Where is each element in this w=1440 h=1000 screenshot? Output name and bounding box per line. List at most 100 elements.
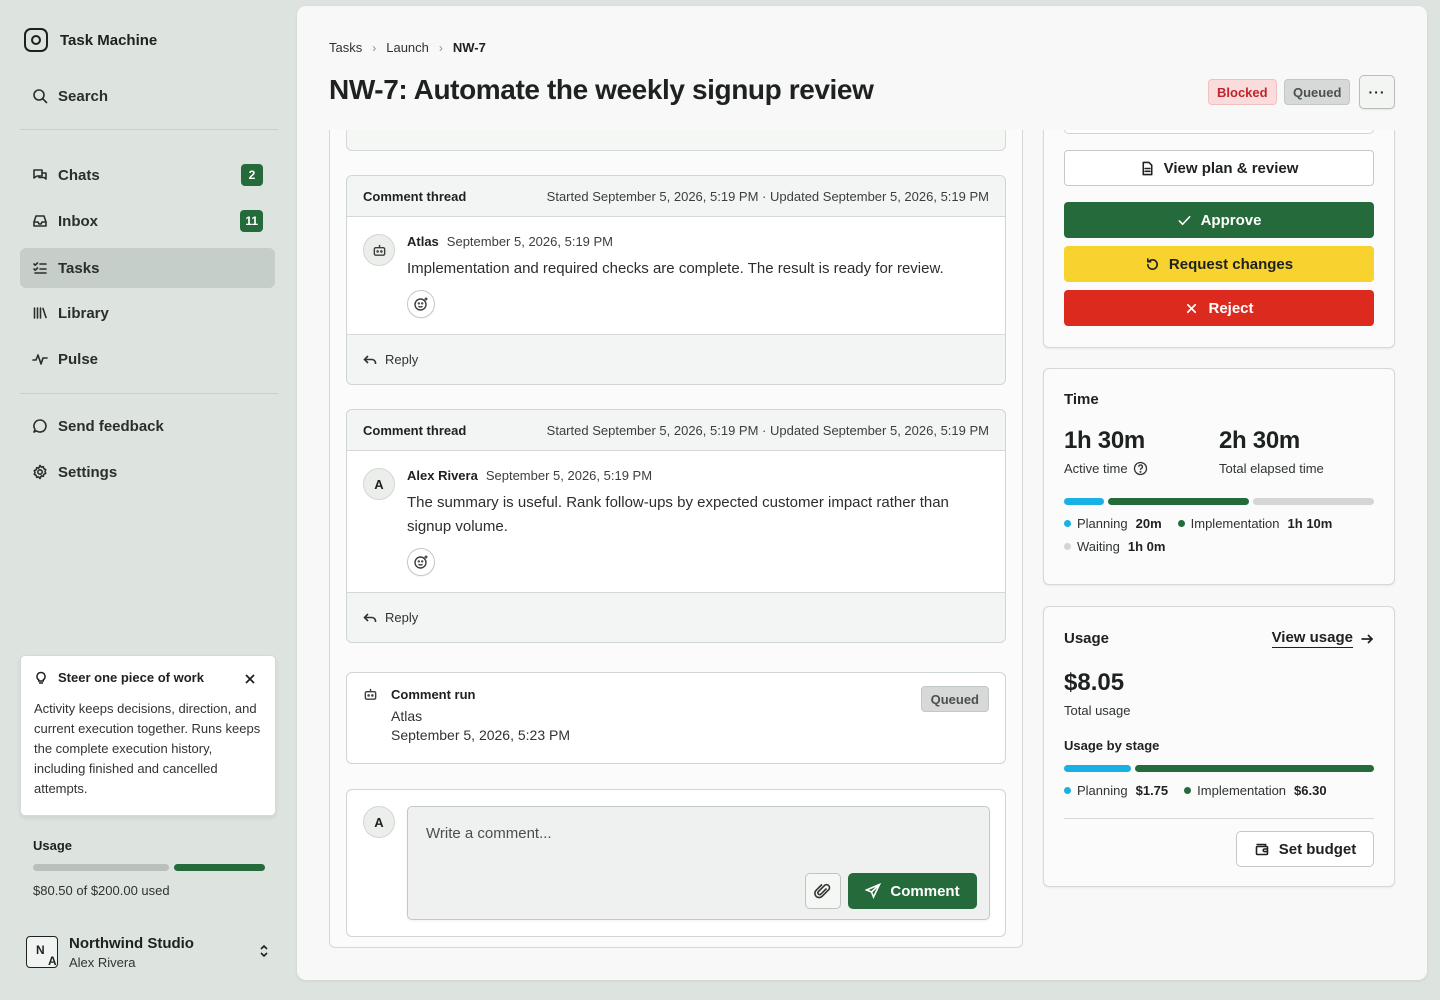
usage-stage-legend: Planning $1.75 Implementation $6.30 [1064, 783, 1364, 798]
steer-tip-title: Steer one piece of work [58, 670, 204, 685]
close-icon [1187, 303, 1197, 313]
help-icon[interactable] [1133, 461, 1148, 476]
brand[interactable]: Task Machine [24, 28, 157, 52]
comment-thread: Comment thread Started September 5, 2026… [346, 175, 1006, 385]
sidebar-item-chats[interactable]: Chats 2 [20, 155, 275, 195]
usage-bar-remaining [33, 864, 169, 871]
wallet-icon [1255, 843, 1269, 856]
sidebar-item-pulse[interactable]: Pulse [20, 339, 275, 379]
total-usage-amount: $8.05 [1064, 669, 1125, 696]
legend-value: $1.75 [1135, 783, 1169, 798]
legend-dot [1064, 543, 1071, 550]
view-plan-review-button[interactable]: View plan & review [1064, 150, 1374, 186]
time-stage-bar [1064, 498, 1374, 505]
usage-card: Usage View usage $8.05 Total usage Usage… [1043, 606, 1395, 887]
reply-button[interactable]: Reply [347, 592, 1005, 642]
thread-title: Comment thread [363, 188, 467, 204]
legend-label: Planning [1077, 516, 1128, 531]
time-card-title: Time [1064, 391, 1099, 408]
sidebar-item-label: Pulse [58, 350, 99, 368]
reject-button[interactable]: Reject [1064, 290, 1374, 326]
request-changes-button[interactable]: Request changes [1064, 246, 1374, 282]
comment-time: September 5, 2026, 5:19 PM [485, 468, 653, 483]
user-avatar-initial: A [48, 954, 57, 968]
close-icon [245, 674, 255, 684]
arrow-right-icon [1361, 633, 1374, 644]
thread-started: Started September 5, 2026, 5:19 PM [546, 188, 759, 204]
steer-tip-body: Activity keeps decisions, direction, and… [34, 701, 261, 796]
chevron-right-icon: › [372, 40, 377, 55]
active-time-value: 1h 30m [1064, 427, 1145, 454]
sidebar-item-inbox[interactable]: Inbox 11 [20, 201, 275, 241]
reply-icon [363, 612, 377, 622]
emoji-add-icon [414, 297, 428, 311]
thread-timestamps: Started September 5, 2026, 5:19 PM · Upd… [547, 189, 989, 204]
gear-icon [33, 464, 47, 480]
sidebar-item-tasks[interactable]: Tasks [20, 248, 275, 288]
status-badge-queued: Queued [1284, 79, 1351, 105]
legend-item-implementation: Implementation 1h 10m [1177, 516, 1332, 531]
user-avatar: A [363, 806, 395, 838]
breadcrumb-current: NW-7 [452, 40, 486, 55]
reply-button[interactable]: Reply [347, 334, 1005, 384]
view-plan-review-label: View plan & review [1163, 159, 1299, 177]
view-usage-link[interactable]: View usage [1271, 629, 1374, 648]
legend-dot [1184, 787, 1192, 794]
breadcrumb-tasks[interactable]: Tasks [329, 40, 362, 55]
approve-label: Approve [1200, 211, 1262, 229]
refresh-icon [1146, 257, 1158, 270]
more-options-button[interactable]: ··· [1359, 75, 1395, 109]
sidebar-search[interactable]: Search [20, 76, 275, 116]
workspace-switcher[interactable]: N A Northwind Studio Alex Rivera [26, 933, 271, 971]
previous-activity-card [346, 130, 1006, 151]
add-reaction-button[interactable] [407, 290, 435, 318]
reply-icon [363, 354, 377, 364]
send-feedback-button[interactable]: Send feedback [20, 406, 275, 446]
submit-comment-button[interactable]: Comment [848, 873, 977, 909]
comment-input[interactable] [426, 825, 966, 842]
set-budget-label: Set budget [1278, 840, 1357, 858]
sidebar-usage-bar [33, 864, 265, 871]
activity-feed[interactable]: Comment thread Started September 5, 2026… [329, 130, 1023, 948]
legend-value: 1h 0m [1127, 539, 1166, 554]
tasks-icon [33, 262, 47, 274]
steer-tip-close-button[interactable] [243, 672, 257, 686]
sidebar-usage-title: Usage [33, 838, 73, 853]
app-name: Task Machine [60, 31, 158, 49]
status-badge-blocked: Blocked [1208, 79, 1277, 105]
time-stage-legend: Planning 20m Implementation 1h 10m Waiting 1h… [1064, 516, 1364, 554]
sidebar-divider [20, 129, 278, 130]
chats-count-badge: 2 [241, 164, 263, 186]
comment-box: Comment [407, 806, 990, 920]
thread-timestamps: Started September 5, 2026, 5:19 PM · Upd… [547, 423, 989, 438]
sidebar-item-label: Tasks [58, 259, 100, 277]
settings-button[interactable]: Settings [20, 452, 275, 492]
send-feedback-label: Send feedback [58, 417, 164, 435]
inbox-count-badge: 11 [240, 210, 263, 232]
comment-author[interactable]: Alex Rivera [407, 468, 478, 483]
stage-segment-planning [1064, 498, 1105, 505]
legend-item-waiting: Waiting 1h 0m [1064, 539, 1165, 554]
comment-run-time: September 5, 2026, 5:23 PM [391, 727, 570, 743]
sidebar-item-library[interactable]: Library [20, 293, 275, 333]
approve-button[interactable]: Approve [1064, 202, 1374, 238]
reply-label: Reply [385, 352, 419, 367]
pulse-icon [32, 354, 48, 365]
set-budget-button[interactable]: Set budget [1236, 831, 1374, 867]
comment-run-title: Comment run [391, 687, 476, 702]
usage-bar-used [173, 864, 265, 871]
check-icon [1178, 215, 1191, 225]
comment-run-card[interactable]: Comment run Atlas September 5, 2026, 5:2… [346, 672, 1006, 764]
feedback-icon [33, 419, 47, 433]
total-time-value: 2h 30m [1219, 427, 1300, 454]
breadcrumb: Tasks › Launch › NW-7 [329, 40, 486, 55]
add-reaction-button[interactable] [407, 548, 435, 576]
legend-dot [1177, 520, 1185, 527]
attach-file-button[interactable] [805, 873, 841, 909]
document-icon [1142, 161, 1153, 175]
usage-by-stage-title: Usage by stage [1064, 738, 1160, 753]
usage-stage-bar [1064, 765, 1374, 772]
legend-value: $6.30 [1294, 783, 1327, 798]
comment-author[interactable]: Atlas [407, 234, 439, 249]
breadcrumb-launch[interactable]: Launch [386, 40, 429, 55]
